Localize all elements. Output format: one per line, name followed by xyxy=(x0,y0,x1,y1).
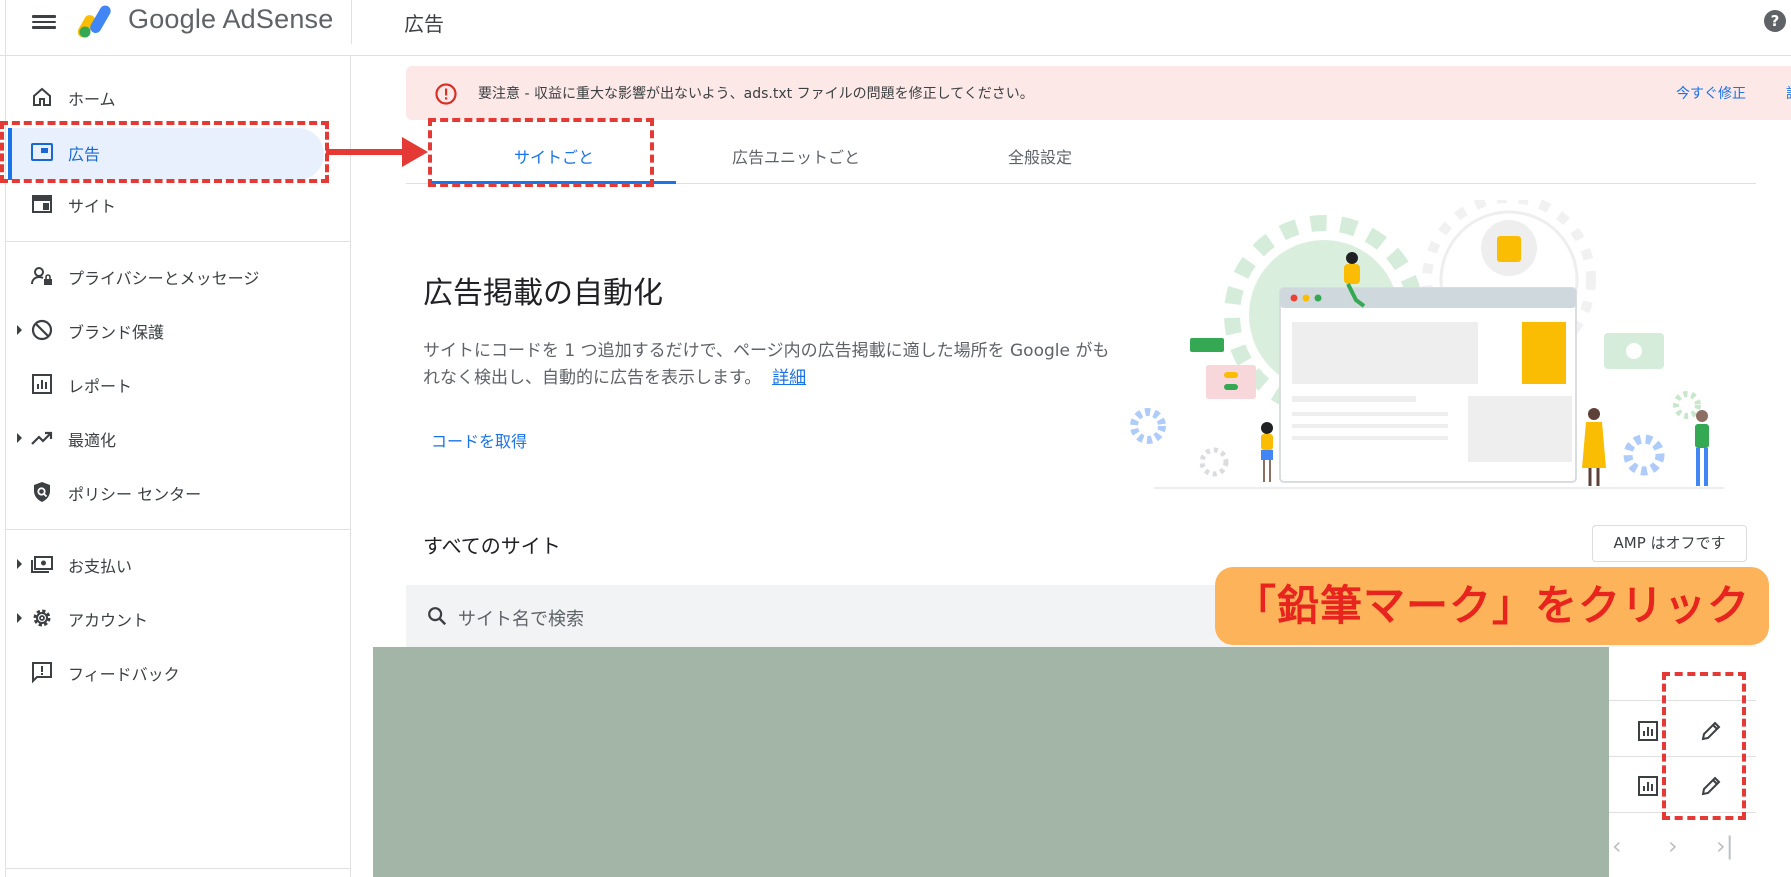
sidebar-item-reports[interactable]: レポート xyxy=(0,360,351,408)
sidebar-item-label: お支払い xyxy=(68,557,133,576)
payments-icon xyxy=(31,556,53,573)
expand-caret-icon[interactable] xyxy=(17,325,22,335)
feedback-icon xyxy=(32,662,52,684)
trending-icon xyxy=(31,431,53,445)
block-icon xyxy=(31,319,53,341)
last-page-button[interactable]: ›| xyxy=(1716,832,1734,860)
tab-by-ad-unit[interactable]: 広告ユニットごと xyxy=(732,144,860,168)
sidebar-item-label: プライバシーとメッセージ xyxy=(68,269,260,288)
sidebar-item-policy-center[interactable]: ポリシー センター xyxy=(0,468,351,516)
sidebar-item-optimization[interactable]: 最適化 xyxy=(0,414,351,462)
sidebar-item-sites[interactable]: サイト xyxy=(0,180,351,228)
sidebar-item-label: アカウント xyxy=(68,611,149,630)
highlight-pencil-icons-box xyxy=(1662,672,1746,820)
sidebar-item-payments[interactable]: お支払い xyxy=(0,540,351,588)
sidebar-item-label: ブランド保護 xyxy=(68,323,165,342)
menu-icon[interactable] xyxy=(32,12,56,32)
auto-ads-title: 広告掲載の自動化 xyxy=(423,276,663,311)
privacy-icon xyxy=(31,267,52,285)
expand-caret-icon[interactable] xyxy=(17,433,22,443)
sidebar-item-feedback[interactable]: フィードバック xyxy=(0,648,351,696)
annotation-arrow xyxy=(326,149,406,155)
auto-ads-illustration xyxy=(1130,200,1724,489)
sidebar-item-label: 最適化 xyxy=(68,431,117,450)
shield-icon xyxy=(34,482,50,502)
sidebar-item-brand-safety[interactable]: ブランド保護 xyxy=(0,306,351,354)
gear-icon xyxy=(33,609,51,627)
sidebar-item-privacy[interactable]: プライバシーとメッセージ xyxy=(0,252,351,300)
report-icon xyxy=(32,374,52,394)
sites-icon xyxy=(32,195,52,213)
sidebar-item-home[interactable]: ホーム xyxy=(0,73,351,121)
amp-status-chip[interactable]: AMP はオフです xyxy=(1592,525,1747,562)
sidebar-item-label: ホーム xyxy=(68,90,116,109)
redacted-site-table xyxy=(373,647,1609,877)
page-title: 広告 xyxy=(404,12,444,36)
alert-message: 要注意 - 収益に重大な影響が出ないよう、ads.txt ファイルの問題を修正し… xyxy=(478,86,1034,102)
all-sites-heading: すべてのサイト xyxy=(423,534,561,558)
get-code-button[interactable]: コードを取得 xyxy=(431,428,527,452)
highlight-ads-menu-box xyxy=(0,121,329,183)
sidebar-item-label: ポリシー センター xyxy=(68,485,202,504)
error-icon xyxy=(435,83,457,105)
annotation-arrow-head xyxy=(402,137,428,167)
expand-caret-icon[interactable] xyxy=(17,613,22,623)
help-icon[interactable]: ? xyxy=(1764,10,1786,32)
fix-now-link[interactable]: 今すぐ修正 xyxy=(1676,83,1746,103)
brand-name: Google AdSense xyxy=(128,4,334,34)
details-link[interactable]: 詳 xyxy=(1786,83,1791,103)
sidebar-item-account[interactable]: アカウント xyxy=(0,594,351,642)
auto-ads-description: サイトにコードを 1 つ追加するだけで、ページ内の広告掲載に適した場所を Goo… xyxy=(423,338,1123,392)
learn-more-link[interactable]: 詳細 xyxy=(772,368,806,388)
top-app-bar: Google AdSense 広告 ? xyxy=(0,0,1791,56)
sidebar-divider xyxy=(6,529,351,530)
click-pencil-callout: 「鉛筆マーク」をクリック xyxy=(1215,567,1769,645)
highlight-by-site-tab-box xyxy=(428,118,654,187)
auto-ads-description-text: サイトにコードを 1 つ追加するだけで、ページ内の広告掲載に適した場所を Goo… xyxy=(423,341,1110,388)
report-icon[interactable] xyxy=(1636,774,1660,798)
report-icon[interactable] xyxy=(1636,719,1660,743)
header-divider xyxy=(351,0,352,44)
search-icon xyxy=(428,607,447,626)
sidebar-item-label: フィードバック xyxy=(68,665,180,684)
next-page-button[interactable]: › xyxy=(1668,832,1678,860)
home-icon xyxy=(33,87,51,106)
adsense-logo-icon xyxy=(78,5,111,38)
prev-page-button[interactable]: ‹ xyxy=(1612,832,1622,860)
search-input-placeholder: サイト名で検索 xyxy=(458,609,584,630)
expand-caret-icon[interactable] xyxy=(17,559,22,569)
sidebar-divider xyxy=(6,241,351,242)
sidebar-divider xyxy=(6,868,351,869)
sidebar-item-label: サイト xyxy=(68,197,117,216)
tab-global-settings[interactable]: 全般設定 xyxy=(1008,144,1072,168)
sidebar-item-label: レポート xyxy=(68,377,133,396)
ads-txt-alert-banner: 要注意 - 収益に重大な影響が出ないよう、ads.txt ファイルの問題を修正し… xyxy=(406,66,1791,120)
